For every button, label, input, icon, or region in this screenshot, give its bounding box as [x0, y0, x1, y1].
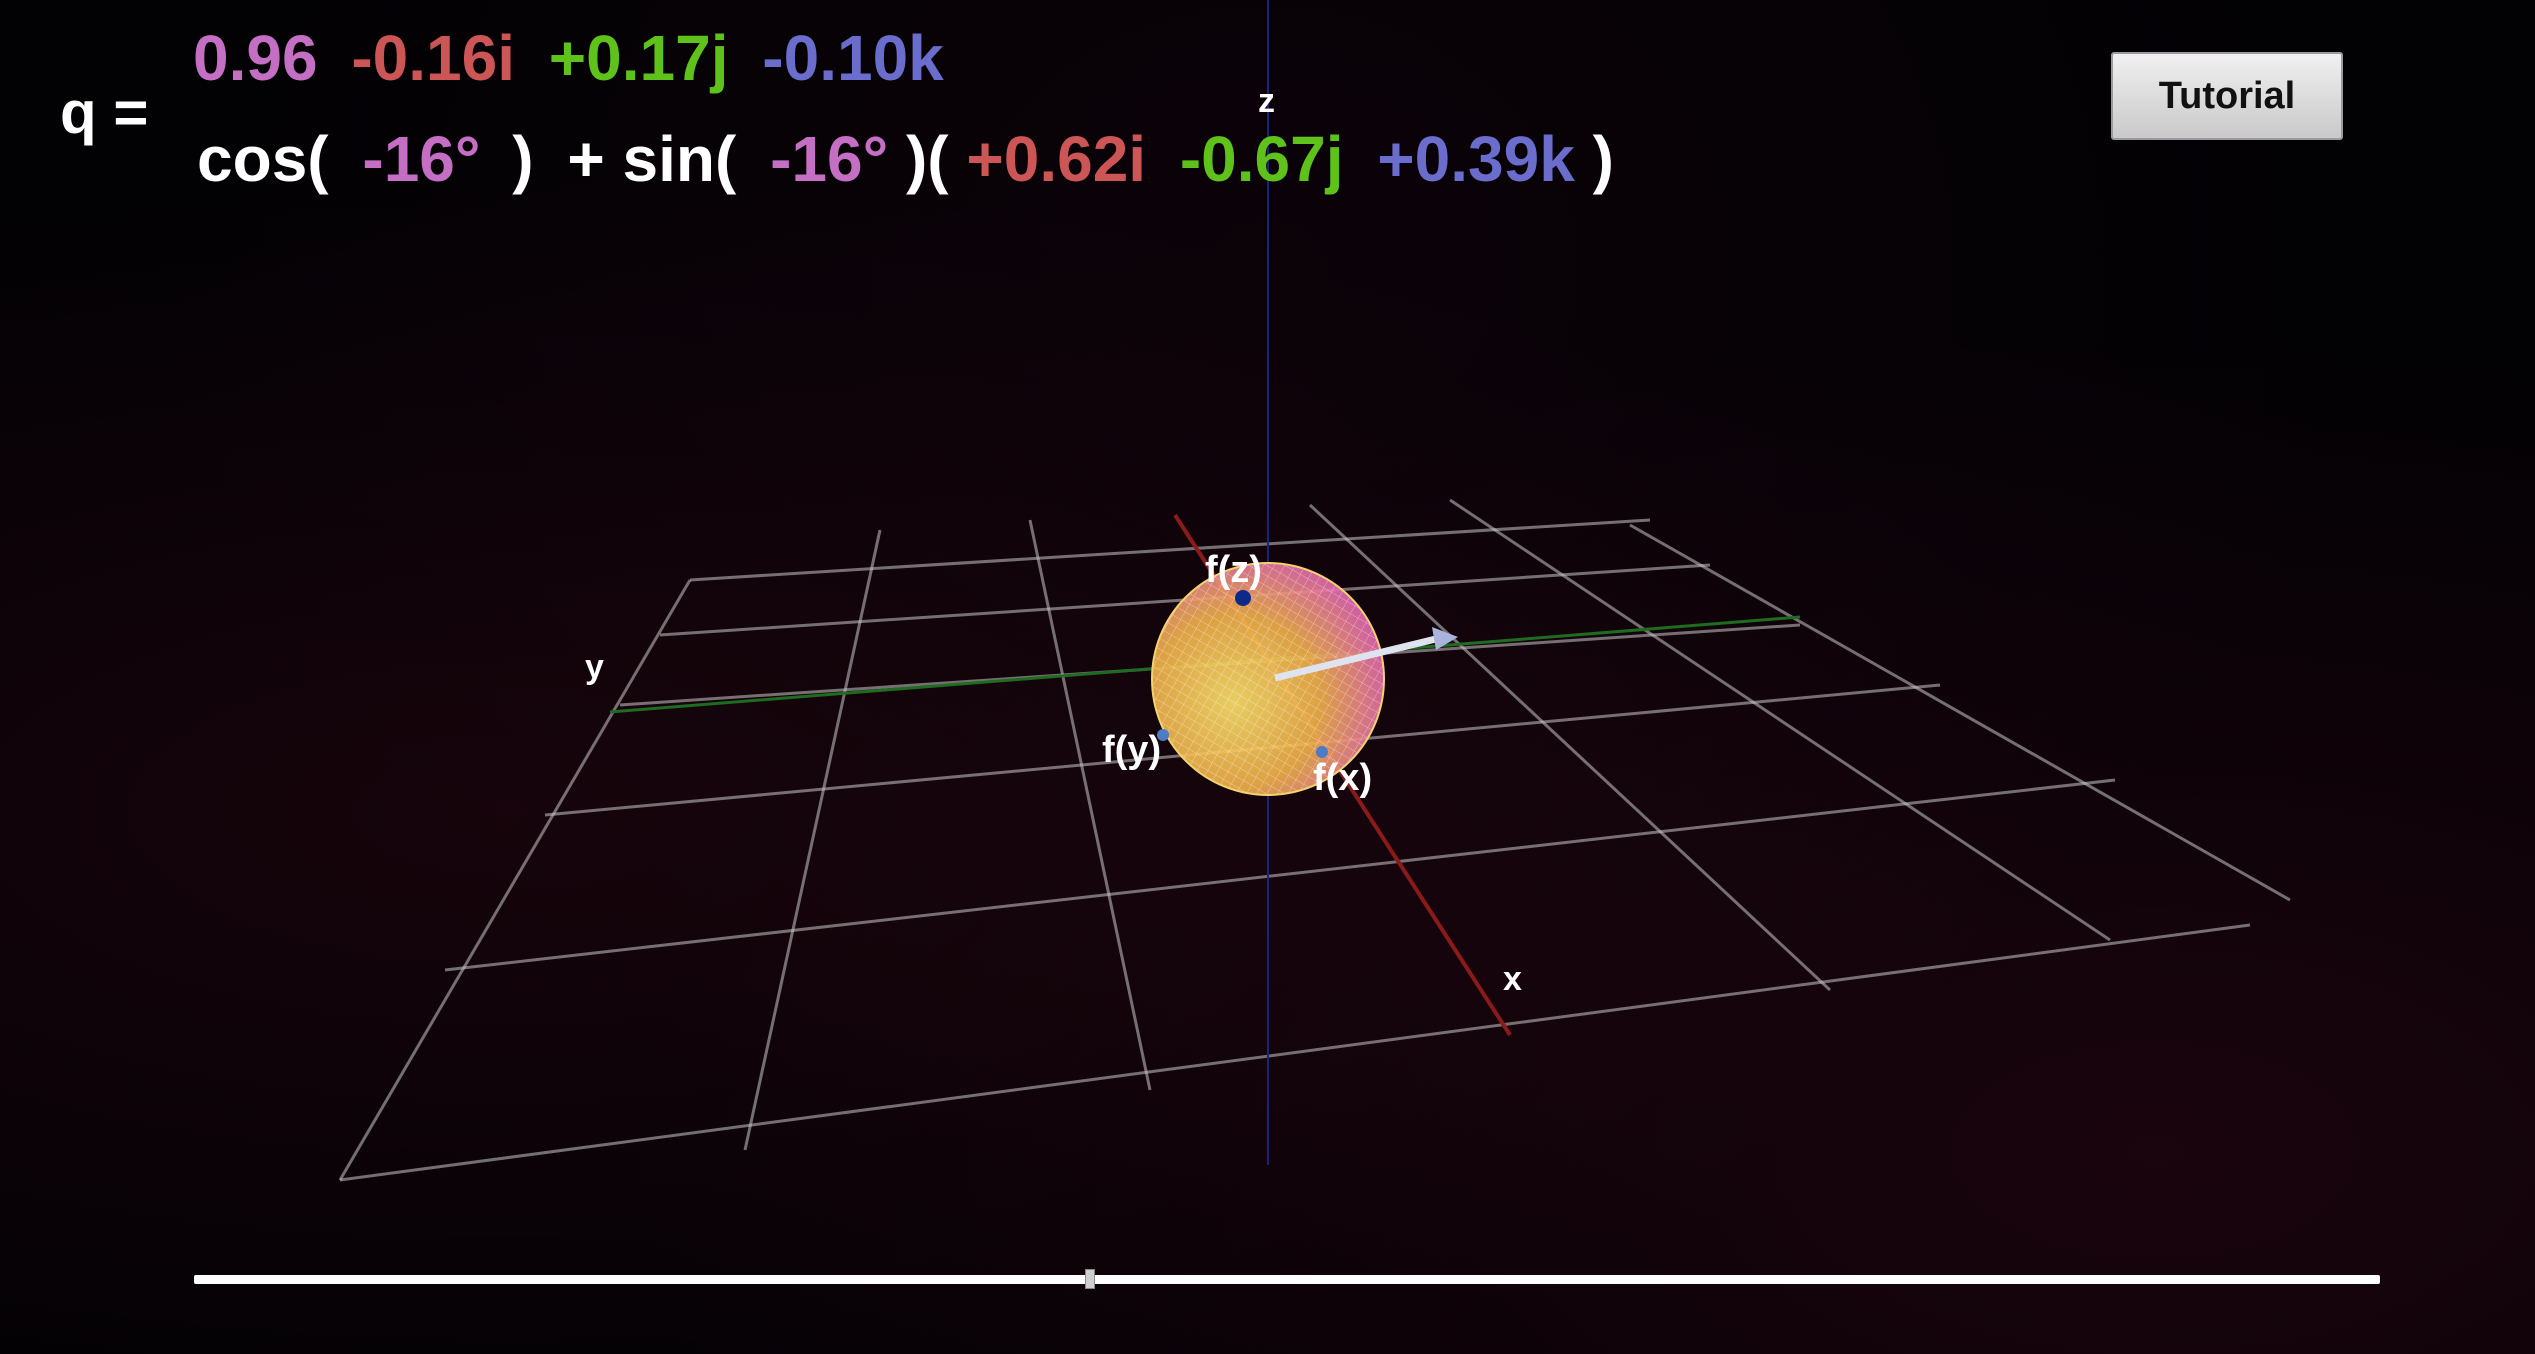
y-axis-label: y [585, 648, 604, 686]
polar-axis-k: +0.39k [1377, 123, 1575, 195]
polar-angle-2: -16° [770, 123, 889, 195]
polar-cos: cos( [197, 123, 329, 195]
quaternion-polar-form: cos( -16° ) + sin( -16° )( +0.62i -0.67j… [197, 127, 1614, 191]
angle-slider[interactable] [194, 1269, 2380, 1289]
fy-label: f(y) [1102, 729, 1161, 771]
polar-sin: + sin( [567, 123, 737, 195]
q-real-part: 0.96 [193, 22, 318, 94]
fz-point-marker[interactable] [1235, 590, 1251, 606]
polar-angle-1: -16° [362, 123, 481, 195]
x-axis-label: x [1503, 960, 1522, 998]
q-j-part: +0.17j [548, 22, 729, 94]
fx-label: f(x) [1313, 757, 1372, 799]
polar-axis-i: +0.62i [966, 123, 1147, 195]
viewport[interactable]: z y x f(z) f(y) f(x) q = 0.96 -0.16i +0.… [0, 0, 2535, 1354]
scene-3d[interactable]: z y x f(z) f(y) f(x) [0, 0, 2535, 1354]
polar-close-2: )( [905, 123, 949, 195]
q-k-part: -0.10k [762, 22, 944, 94]
quaternion-prefix: q = [60, 79, 149, 146]
polar-close-1: ) [512, 123, 534, 195]
fz-label: f(z) [1205, 549, 1262, 591]
polar-axis-j: -0.67j [1179, 123, 1344, 195]
quaternion-components: 0.96 -0.16i +0.17j -0.10k [193, 26, 960, 90]
q-i-part: -0.16i [351, 22, 515, 94]
angle-slider-thumb[interactable] [1085, 1269, 1096, 1289]
polar-close-3: ) [1592, 123, 1614, 195]
z-axis-label: z [1258, 82, 1275, 120]
tutorial-button[interactable]: Tutorial [2111, 52, 2343, 140]
